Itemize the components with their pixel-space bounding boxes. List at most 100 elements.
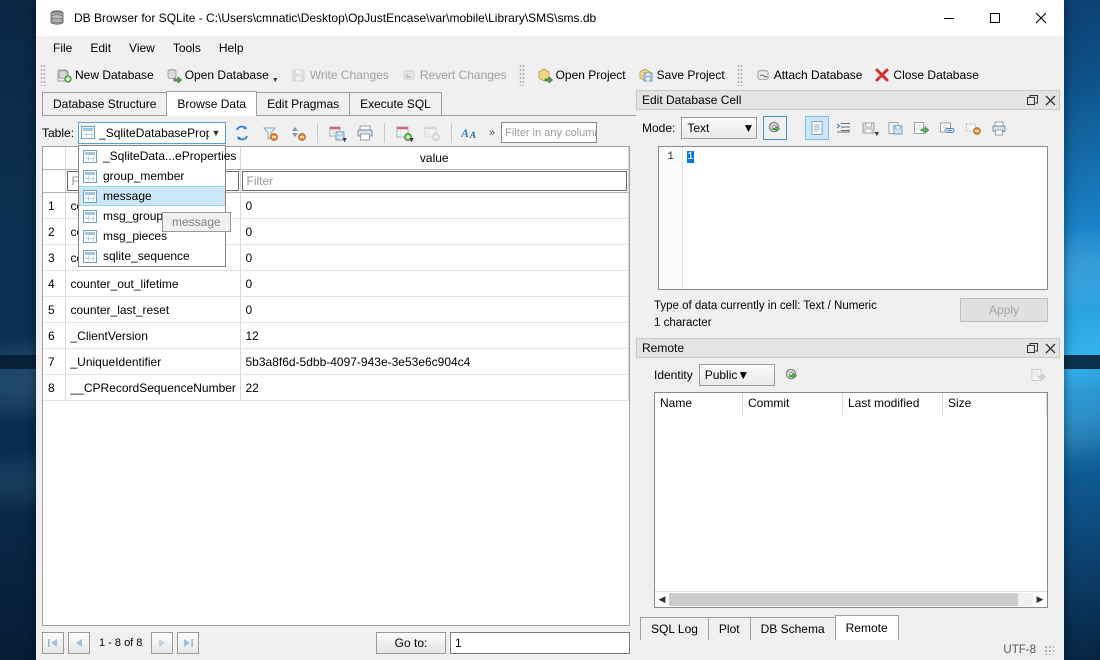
apply-mode-button[interactable] — [763, 116, 788, 140]
menu-item-file[interactable]: File — [44, 38, 81, 58]
text-mode-button[interactable] — [805, 116, 830, 140]
tab-remote[interactable]: Remote — [834, 615, 899, 640]
close-database-button[interactable]: Close Database — [868, 63, 984, 87]
table-row[interactable]: 8 __CPRecordSequenceNumber 22 — [43, 374, 629, 401]
open-file-button[interactable]: ▼ — [857, 116, 881, 140]
chevron-down-icon[interactable]: ▼ — [737, 368, 749, 382]
dropdown-item-sqlitedatabaseproperties[interactable]: _SqliteData...eProperties — [79, 146, 236, 166]
tab-database-structure[interactable]: Database Structure — [42, 92, 168, 115]
filter-cell-value[interactable]: Filter — [240, 169, 629, 193]
scrollbar-thumb[interactable] — [669, 593, 1019, 606]
tab-edit-pragmas[interactable]: Edit Pragmas — [256, 92, 351, 115]
menu-item-help[interactable]: Help — [210, 38, 253, 58]
last-page-button[interactable] — [177, 632, 200, 654]
float-icon[interactable] — [1023, 339, 1041, 357]
goto-button[interactable]: Go to: — [376, 632, 446, 654]
print-cell-button[interactable] — [987, 116, 1011, 140]
save-results-button[interactable]: ▼ — [325, 121, 349, 145]
identity-combobox[interactable]: Public ▼ — [698, 364, 775, 386]
cell-key[interactable]: _ClientVersion — [65, 322, 241, 349]
table-row[interactable]: 7 _UniqueIdentifier 5b3a8f6d-5dbb-4097-9… — [43, 348, 629, 375]
cell-value[interactable]: 22 — [240, 374, 629, 401]
expand-toolbar-chevron[interactable]: » — [487, 127, 497, 139]
cell-value[interactable]: 0 — [240, 270, 629, 297]
table-row[interactable]: 4 counter_out_lifetime 0 — [43, 270, 629, 297]
float-icon[interactable] — [1023, 91, 1041, 109]
close-button[interactable] — [1018, 0, 1064, 36]
scrollbar-track[interactable] — [669, 593, 1033, 606]
cell-key[interactable]: __CPRecordSequenceNumber — [65, 374, 241, 401]
tab-execute-sql[interactable]: Execute SQL — [349, 92, 442, 115]
filter-input-value[interactable]: Filter — [241, 171, 627, 191]
font-size-button[interactable]: A A — [459, 121, 483, 145]
refresh-button[interactable] — [230, 121, 254, 145]
maximize-button[interactable] — [972, 0, 1018, 36]
first-page-button[interactable] — [42, 632, 64, 654]
scroll-right-icon[interactable]: ▶ — [1033, 593, 1047, 607]
cell-value[interactable]: 0 — [240, 296, 629, 323]
filter-any-column-input[interactable]: Filter in any column — [501, 122, 598, 143]
table-row[interactable]: 5 counter_last_reset 0 — [43, 296, 629, 323]
cell-value[interactable]: 0 — [240, 244, 629, 271]
tab-db-schema[interactable]: DB Schema — [749, 617, 836, 640]
save-project-button[interactable]: Save Project — [632, 63, 731, 87]
scroll-left-icon[interactable]: ◀ — [655, 593, 669, 607]
clear-sorting-button[interactable] — [286, 121, 310, 145]
grid-header-value[interactable]: value — [240, 147, 629, 170]
table-row[interactable]: 6 _ClientVersion 12 — [43, 322, 629, 349]
remote-settings-button[interactable] — [781, 363, 805, 387]
goto-input[interactable]: 1 — [450, 632, 630, 654]
table-selector-combobox[interactable]: _SqliteDatabaseProper ▼ — [78, 121, 227, 144]
chevron-down-icon[interactable]: ▼ — [873, 131, 880, 138]
chevron-down-icon[interactable]: ▼ — [209, 128, 223, 138]
remote-file-table[interactable]: Name Commit Last modified Size ◀ ▶ — [654, 392, 1048, 608]
print-button[interactable] — [353, 121, 377, 145]
tab-sql-log[interactable]: SQL Log — [640, 617, 709, 640]
previous-page-button[interactable] — [68, 632, 90, 654]
remote-column-size[interactable]: Size — [943, 393, 1047, 415]
mode-combobox[interactable]: Text ▼ — [681, 117, 758, 139]
minimize-button[interactable] — [926, 0, 972, 36]
cell-value[interactable]: 0 — [240, 218, 629, 245]
remote-column-commit[interactable]: Commit — [743, 393, 843, 415]
tab-browse-data[interactable]: Browse Data — [166, 91, 258, 116]
chevron-down-icon[interactable]: ▼ — [408, 137, 415, 144]
apply-button[interactable]: Apply — [960, 298, 1048, 322]
new-database-button[interactable]: New Database — [50, 63, 160, 87]
dropdown-item-group-member[interactable]: group_member — [79, 166, 225, 186]
menu-item-edit[interactable]: Edit — [81, 38, 120, 58]
open-database-button[interactable]: Open Database ▼ — [160, 63, 285, 87]
set-null-button[interactable] — [961, 116, 985, 140]
tab-plot[interactable]: Plot — [707, 617, 751, 640]
next-page-button[interactable] — [151, 632, 174, 654]
close-icon[interactable] — [1041, 339, 1059, 357]
import-link-button[interactable] — [935, 116, 959, 140]
cell-value[interactable]: 0 — [240, 192, 629, 219]
word-wrap-button[interactable] — [831, 116, 855, 140]
remote-horizontal-scrollbar[interactable]: ◀ ▶ — [655, 591, 1047, 607]
open-project-button[interactable]: Open Project — [531, 63, 632, 87]
dropdown-item-sqlite-sequence[interactable]: sqlite_sequence — [79, 246, 225, 266]
table-selector-dropdown[interactable]: _SqliteData...eProperties group_member m… — [78, 145, 236, 267]
export-button[interactable] — [909, 116, 933, 140]
cell-editor[interactable]: 1 1 — [658, 146, 1048, 290]
cell-key[interactable]: counter_last_reset — [65, 296, 241, 323]
cell-key[interactable]: counter_out_lifetime — [65, 270, 241, 297]
chevron-down-icon[interactable]: ▼ — [742, 121, 754, 135]
close-icon[interactable] — [1041, 91, 1059, 109]
menu-item-view[interactable]: View — [120, 38, 164, 58]
attach-database-button[interactable]: Attach Database — [749, 63, 869, 87]
save-file-button[interactable] — [883, 116, 907, 140]
menu-item-tools[interactable]: Tools — [164, 38, 210, 58]
grid-header-rownum[interactable] — [43, 147, 66, 170]
remote-column-name[interactable]: Name — [655, 393, 743, 415]
resize-grip[interactable] — [1044, 645, 1054, 655]
insert-record-button[interactable]: ▼ — [392, 121, 416, 145]
toolbar-grip[interactable] — [40, 64, 46, 86]
editor-content[interactable]: 1 — [683, 147, 1047, 289]
cell-key[interactable]: _UniqueIdentifier — [65, 348, 241, 375]
clear-filters-button[interactable] — [258, 121, 282, 145]
cell-value[interactable]: 5b3a8f6d-5dbb-4097-943e-3e53e6c904c4 — [240, 348, 629, 375]
dropdown-item-message[interactable]: message — [79, 186, 225, 206]
cell-value[interactable]: 12 — [240, 322, 629, 349]
